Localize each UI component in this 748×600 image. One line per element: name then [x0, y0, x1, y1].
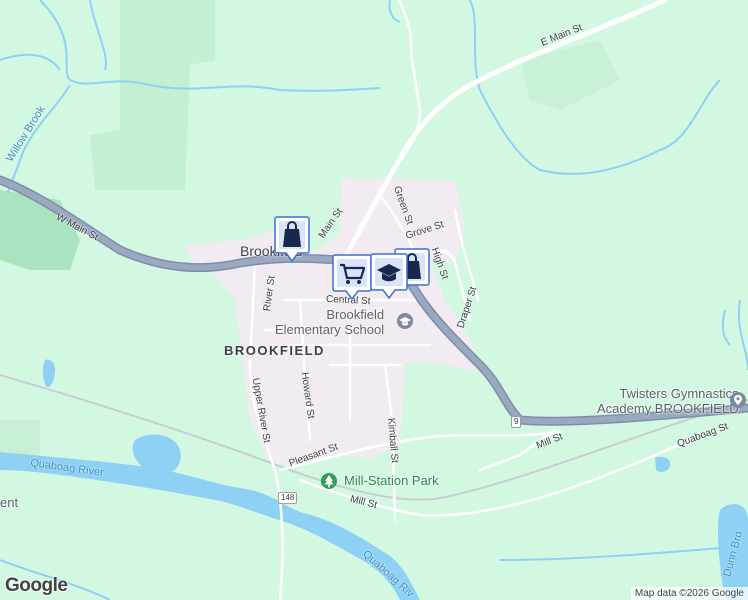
poi-elementary-school[interactable]: Brookfield Elementary School [275, 307, 413, 339]
poi-gym-name-line2: Academy BROOKFIELD [597, 401, 739, 416]
marker-shopping-bag[interactable] [274, 215, 310, 263]
poi-gym-name-line1: Twisters Gymnastics [619, 386, 739, 401]
poi-park-name: Mill-Station Park [344, 473, 439, 488]
park-tree-icon [321, 473, 337, 489]
town-label: BROOKFIELD [224, 343, 325, 358]
poi-twisters-gymnastics[interactable]: Twisters Gymnastics Academy BROOKFIELD [597, 386, 746, 418]
marker-shopping-cart[interactable] [332, 253, 372, 301]
shopping-bag-icon [274, 216, 310, 263]
poi-partial-label: ent [0, 495, 19, 510]
map-canvas[interactable]: E Main St W Main St Main St Green St Gro… [0, 0, 748, 600]
location-pin-icon [730, 392, 746, 408]
route-148-shield: 148 [278, 492, 298, 504]
school-icon [397, 313, 413, 329]
poi-school-name-line1: Brookfield [326, 307, 385, 322]
route-9-shield: 9 [511, 416, 522, 428]
shopping-cart-icon [332, 254, 372, 301]
poi-school-name-line2: Elementary School [275, 322, 385, 337]
marker-school[interactable] [370, 252, 408, 300]
school-icon [370, 253, 408, 300]
map-attribution[interactable]: Map data ©2026 Google [630, 587, 748, 600]
google-logo: Google [5, 575, 68, 596]
